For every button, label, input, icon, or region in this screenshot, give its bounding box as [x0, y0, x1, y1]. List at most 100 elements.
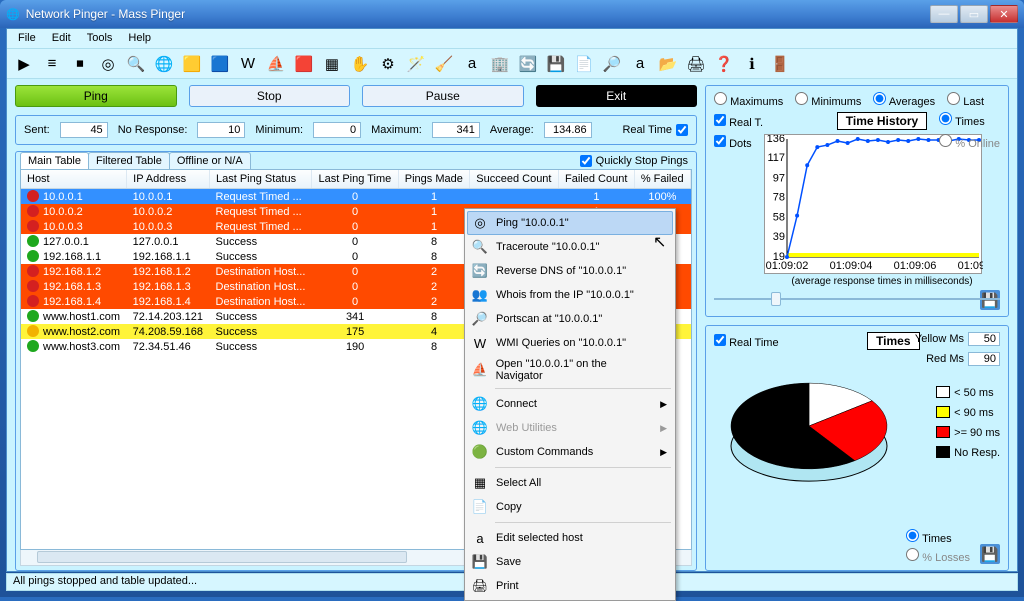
- play-icon[interactable]: ▶: [13, 53, 35, 75]
- realt-checkbox[interactable]: Real T.: [714, 114, 764, 129]
- red-ms-input[interactable]: 90: [968, 352, 1000, 366]
- col-header[interactable]: Last Ping Status: [210, 170, 312, 189]
- menu-tools[interactable]: Tools: [80, 31, 120, 46]
- pie-opt-times[interactable]: Times: [906, 529, 970, 545]
- table-row[interactable]: 10.0.0.110.0.0.1Request Timed ...011100%: [21, 189, 691, 205]
- i-red-icon[interactable]: 🟥: [293, 53, 315, 75]
- help-icon[interactable]: ❓: [713, 53, 735, 75]
- opt-pct-online[interactable]: % Online: [939, 134, 1000, 150]
- ctx-item[interactable]: aEdit selected host: [467, 526, 673, 550]
- door-icon[interactable]: 🚪: [769, 53, 791, 75]
- exit-button[interactable]: Exit: [536, 85, 698, 107]
- ctx-item[interactable]: 💾Save: [467, 550, 673, 574]
- ctx-item-icon: 🌐: [471, 395, 489, 413]
- i1-icon[interactable]: ≡: [41, 53, 63, 75]
- disk-icon[interactable]: 💾: [545, 53, 567, 75]
- globe-icon[interactable]: 🌐: [153, 53, 175, 75]
- ctx-item[interactable]: ◎Ping "10.0.0.1": [467, 211, 673, 235]
- ctx-item-icon: ▦: [471, 474, 489, 492]
- context-menu: ◎Ping "10.0.0.1"🔍Traceroute "10.0.0.1" 🔄 R…: [464, 208, 676, 601]
- stop-button[interactable]: Stop: [189, 85, 351, 107]
- opt-averages[interactable]: Averages: [873, 92, 935, 108]
- ship-icon[interactable]: ⛵: [265, 53, 287, 75]
- menubar: File Edit Tools Help: [7, 29, 1017, 49]
- opt-times[interactable]: Times: [939, 112, 1000, 128]
- globe-search-icon[interactable]: 🔍: [125, 53, 147, 75]
- print-icon[interactable]: 🖨: [685, 53, 707, 75]
- ctx-item[interactable]: 🌐Connect▶: [467, 392, 673, 416]
- ctx-item[interactable]: 🟢Custom Commands▶: [467, 440, 673, 464]
- open-icon[interactable]: 📂: [657, 53, 679, 75]
- pause-button[interactable]: Pause: [362, 85, 524, 107]
- menu-edit[interactable]: Edit: [45, 31, 78, 46]
- bldg-icon[interactable]: 🏢: [489, 53, 511, 75]
- chart-slider[interactable]: [714, 291, 1000, 307]
- cursor-icon: ↖: [653, 232, 666, 252]
- save-pie-icon[interactable]: 💾: [980, 544, 1000, 564]
- copy-icon[interactable]: 📄: [573, 53, 595, 75]
- opt-minimums[interactable]: Minimums: [795, 92, 861, 108]
- i-blue-icon[interactable]: 🟦: [209, 53, 231, 75]
- ctx-item[interactable]: 🔍Traceroute "10.0.0.1": [467, 235, 673, 259]
- pie-opt-losses[interactable]: % Losses: [906, 548, 970, 564]
- ctx-item-icon: 🔄: [471, 262, 489, 280]
- ctx-item[interactable]: ▦Select All: [467, 471, 673, 495]
- hand-icon[interactable]: ✋: [349, 53, 371, 75]
- svg-text:01:09:08: 01:09:08: [958, 260, 983, 272]
- svg-text:136: 136: [767, 135, 785, 145]
- col-header[interactable]: Pings Made: [398, 170, 470, 189]
- ctx-item[interactable]: 🖨Print: [467, 574, 673, 598]
- wmi-icon[interactable]: W: [237, 53, 259, 75]
- yellow-ms-input[interactable]: 50: [968, 332, 1000, 346]
- ctx-item-label: Ping "10.0.0.1": [496, 217, 569, 229]
- stop-icon[interactable]: ⏹: [69, 53, 91, 75]
- eraser-icon[interactable]: 🧹: [433, 53, 455, 75]
- quickly-stop-checkbox[interactable]: [580, 155, 592, 167]
- ctx-item[interactable]: 👥Whois from the IP "10.0.0.1": [467, 283, 673, 307]
- menu-help[interactable]: Help: [121, 31, 158, 46]
- ctx-item-label: Reverse DNS of "10.0.0.1": [496, 265, 626, 277]
- a-gray-icon[interactable]: a: [461, 53, 483, 75]
- ctx-item[interactable]: WWMI Queries on "10.0.0.1": [467, 331, 673, 355]
- window-title: Network Pinger - Mass Pinger: [26, 7, 930, 21]
- ctx-item[interactable]: 🔄 Reverse DNS of "10.0.0.1": [467, 259, 673, 283]
- minimize-button[interactable]: —: [930, 5, 958, 23]
- search-icon[interactable]: 🔎: [601, 53, 623, 75]
- i10-icon[interactable]: ⚙: [377, 53, 399, 75]
- col-header[interactable]: Failed Count: [559, 170, 635, 189]
- ctx-item[interactable]: 📄Copy: [467, 495, 673, 519]
- status-icon: [27, 220, 39, 232]
- col-header[interactable]: Succeed Count: [470, 170, 559, 189]
- refresh-icon[interactable]: 🔄: [517, 53, 539, 75]
- i-yellow-icon[interactable]: 🟨: [181, 53, 203, 75]
- maximize-button[interactable]: ▭: [960, 5, 988, 23]
- status-icon: [27, 250, 39, 262]
- pie-title: Times: [867, 332, 919, 350]
- ctx-item[interactable]: ⛵Open "10.0.0.1" on the Navigator: [467, 355, 673, 385]
- col-header[interactable]: IP Address: [127, 170, 210, 189]
- menu-file[interactable]: File: [11, 31, 43, 46]
- tab-offline[interactable]: Offline or N/A: [169, 152, 251, 169]
- pie-realtime-checkbox[interactable]: Real Time: [714, 334, 779, 349]
- col-header[interactable]: Last Ping Time: [312, 170, 398, 189]
- opt-maximums[interactable]: Maximums: [714, 92, 783, 108]
- close-button[interactable]: ✕: [990, 5, 1018, 23]
- info-icon[interactable]: ℹ: [741, 53, 763, 75]
- target-icon[interactable]: ◎: [97, 53, 119, 75]
- wand-icon[interactable]: 🪄: [405, 53, 427, 75]
- legend-item: >= 90 ms: [936, 426, 1000, 439]
- realtime-checkbox[interactable]: [676, 124, 688, 136]
- a-blue-icon[interactable]: a: [629, 53, 651, 75]
- sent-value: 45: [60, 122, 108, 138]
- status-icon: [27, 310, 39, 322]
- ctx-item[interactable]: 🔎Portscan at "10.0.0.1": [467, 307, 673, 331]
- opt-last[interactable]: Last: [947, 92, 984, 108]
- col-header[interactable]: Host: [21, 170, 127, 189]
- i-all-icon[interactable]: ▦: [321, 53, 343, 75]
- tab-main-table[interactable]: Main Table: [20, 152, 89, 169]
- col-header[interactable]: % Failed: [634, 170, 690, 189]
- tab-filtered-table[interactable]: Filtered Table: [88, 152, 170, 169]
- ping-button[interactable]: Ping: [15, 85, 177, 107]
- pie-chart: [714, 354, 904, 514]
- dots-checkbox[interactable]: Dots: [714, 135, 764, 150]
